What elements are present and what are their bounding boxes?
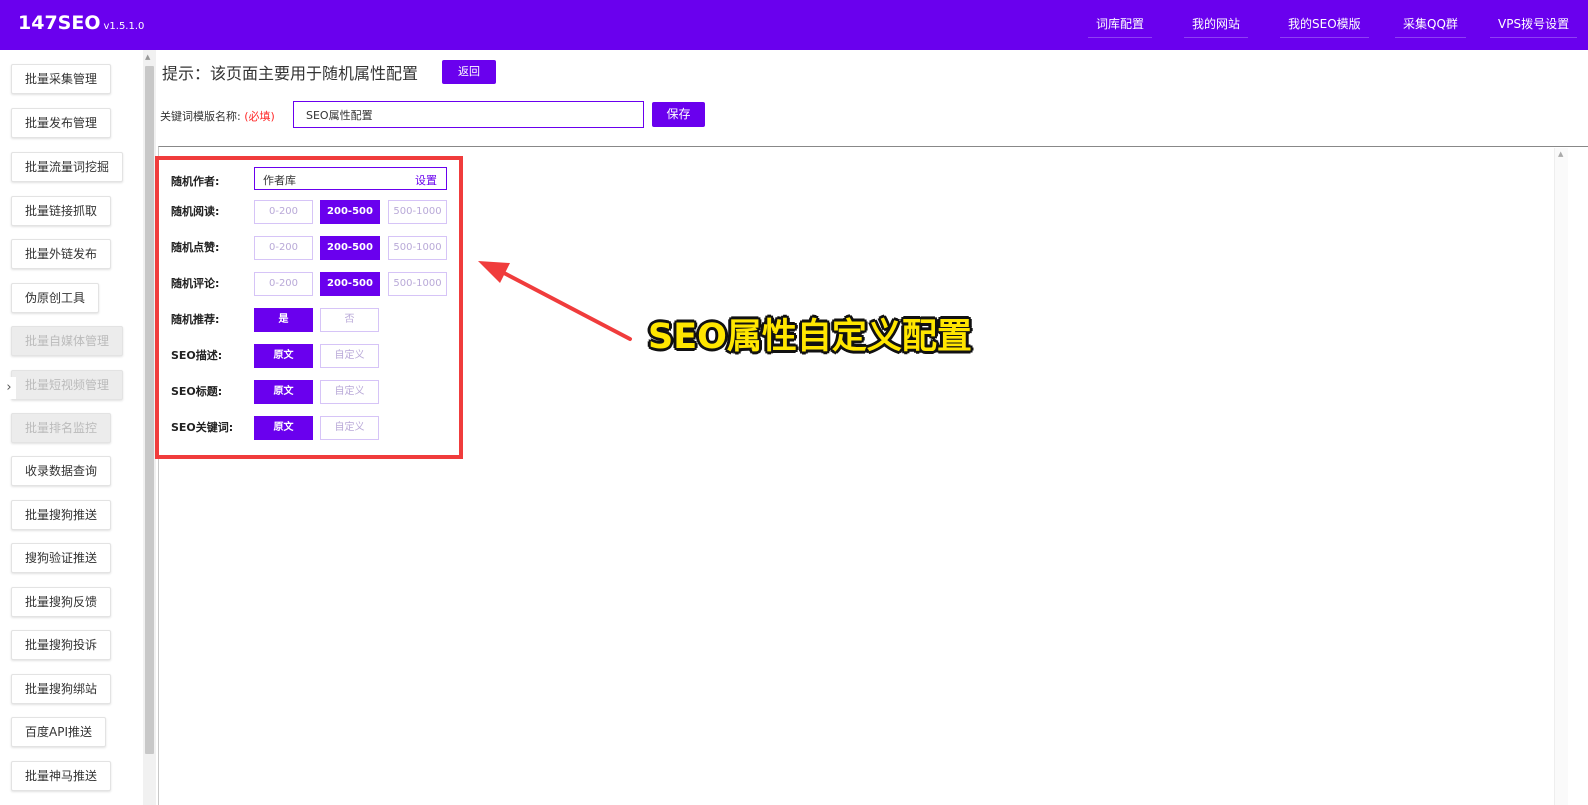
template-name-label: 关键词模版名称: (必填) — [160, 108, 275, 124]
highlight-box — [155, 156, 463, 459]
annotation-arrow-icon — [478, 261, 632, 341]
sidebar-item-traffic-keywords[interactable]: 批量流量词挖掘 — [11, 152, 124, 182]
sidebar-item-link-crawl[interactable]: 批量链接抓取 — [11, 196, 112, 226]
sidebar-item-shenma-push[interactable]: 批量神马推送 — [11, 761, 112, 791]
nav-vps-dialup-settings[interactable]: VPS拨号设置 — [1490, 10, 1578, 38]
sidebar-item-baidu-api-push[interactable]: 百度API推送 — [11, 717, 106, 747]
nav-qq-group[interactable]: 采集QQ群 — [1395, 10, 1466, 38]
sidebar-item-sogou-push[interactable]: 批量搜狗推送 — [11, 500, 112, 530]
chevron-right-icon[interactable]: › — [2, 377, 16, 399]
required-mark: (必填) — [244, 110, 275, 123]
save-button[interactable]: 保存 — [652, 102, 705, 127]
sidebar-item-batch-publish[interactable]: 批量发布管理 — [11, 108, 112, 138]
sidebar-item-sogou-feedback[interactable]: 批量搜狗反馈 — [11, 587, 112, 617]
template-name-label-text: 关键词模版名称: — [160, 110, 241, 123]
sidebar-item-sogou-complaint[interactable]: 批量搜狗投诉 — [11, 630, 112, 660]
sidebar-item-pseudo-original[interactable]: 伪原创工具 — [11, 283, 100, 313]
sidebar-item-sogou-bind-site[interactable]: 批量搜狗绑站 — [11, 674, 112, 704]
scroll-up-icon[interactable]: ▲ — [145, 53, 150, 61]
sidebar-item-backlink-publish[interactable]: 批量外链发布 — [11, 239, 112, 269]
brand-name: 147SEO — [18, 12, 101, 34]
annotation-text: SEO属性自定义配置 — [648, 317, 972, 357]
content-scrollbar[interactable] — [1554, 148, 1568, 805]
template-name-input[interactable] — [293, 101, 644, 128]
nav-seo-templates[interactable]: 我的SEO模版 — [1280, 10, 1369, 38]
sidebar-item-index-query[interactable]: 收录数据查询 — [11, 456, 112, 486]
app-version: v1.5.1.0 — [103, 21, 145, 32]
nav-lexicon-config[interactable]: 词库配置 — [1088, 10, 1153, 38]
sidebar-item-rank-monitor[interactable]: 批量排名监控 — [11, 413, 112, 443]
nav-my-sites[interactable]: 我的网站 — [1184, 10, 1249, 38]
sidebar-item-batch-collect[interactable]: 批量采集管理 — [11, 64, 112, 94]
page-hint: 提示：该页面主要用于随机属性配置 — [162, 64, 419, 83]
sidebar-item-self-media[interactable]: 批量自媒体管理 — [11, 326, 124, 356]
top-header: 147SEO v1.5.1.0 词库配置 我的网站 我的SEO模版 采集QQ群 V… — [0, 0, 1588, 50]
back-button[interactable]: 返回 — [442, 60, 496, 84]
brand-logo: 147SEO v1.5.1.0 — [18, 12, 144, 34]
scroll-up-icon[interactable]: ▲ — [1558, 150, 1563, 158]
sidebar-item-sogou-verify-push[interactable]: 搜狗验证推送 — [11, 543, 112, 573]
sidebar-item-short-video[interactable]: 批量短视频管理 — [11, 370, 124, 400]
sidebar-scrollbar-thumb[interactable] — [145, 66, 154, 754]
